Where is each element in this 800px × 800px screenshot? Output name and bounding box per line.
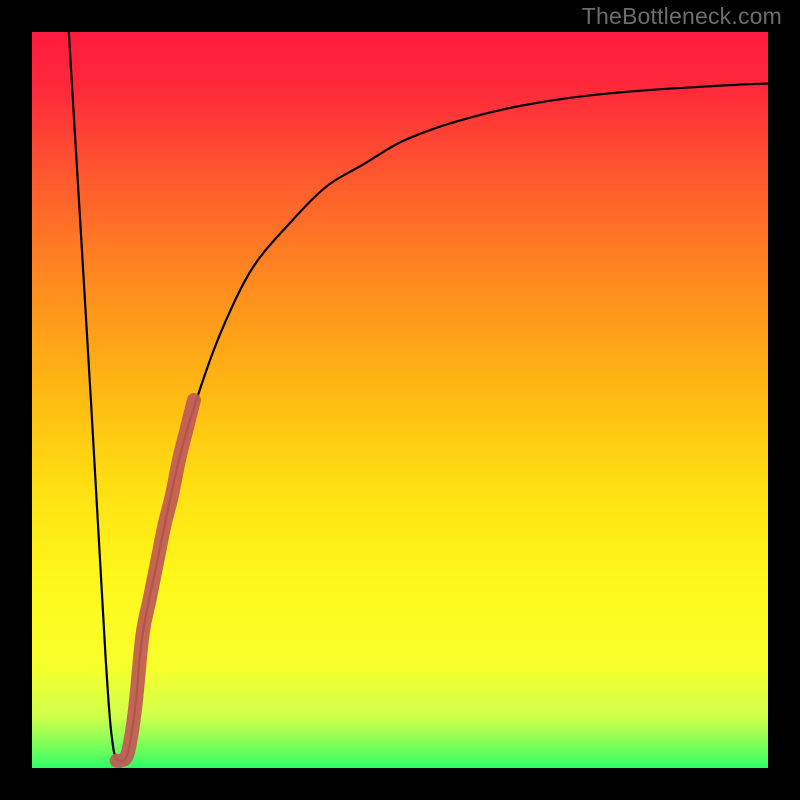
curve-layer xyxy=(32,32,768,768)
chart-frame: TheBottleneck.com xyxy=(0,0,800,800)
watermark-text: TheBottleneck.com xyxy=(582,3,782,30)
bottleneck-curve xyxy=(69,32,768,761)
highlight-segment xyxy=(117,400,194,761)
plot-area xyxy=(32,32,768,768)
